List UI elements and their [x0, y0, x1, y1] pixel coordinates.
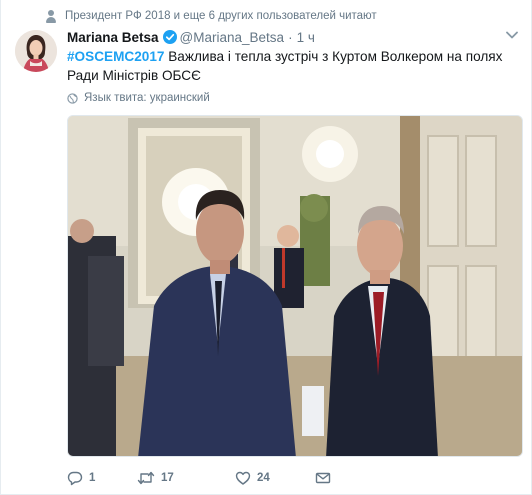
avatar[interactable] [15, 30, 57, 72]
direct-message-button[interactable] [315, 466, 331, 490]
retweet-button[interactable]: 17 [137, 466, 235, 490]
tweet-header: Mariana Betsa @Mariana_Betsa · 1 ч [67, 27, 315, 47]
envelope-icon [315, 472, 331, 484]
heart-icon [235, 471, 251, 485]
retweet-icon [137, 471, 155, 485]
timestamp[interactable]: 1 ч [297, 30, 315, 45]
person-icon [45, 9, 57, 23]
verified-icon [162, 30, 177, 44]
social-context: Президент РФ 2018 и еще 6 других пользов… [45, 8, 377, 24]
chevron-down-icon[interactable] [505, 30, 519, 40]
hashtag-link[interactable]: #OSCEMC2017 [67, 49, 164, 64]
tweet-language-text: Язык твита: украинский [84, 92, 210, 104]
tweet-photo[interactable] [67, 115, 523, 457]
avatar-image [15, 30, 57, 72]
like-count: 24 [257, 472, 270, 484]
tweet-card[interactable]: Президент РФ 2018 и еще 6 других пользов… [0, 0, 532, 495]
globe-icon [67, 92, 78, 104]
reply-icon [67, 471, 83, 486]
social-context-text: Президент РФ 2018 и еще 6 других пользов… [65, 10, 377, 22]
photo-content [68, 116, 522, 456]
reply-button[interactable]: 1 [67, 466, 137, 490]
reply-count: 1 [89, 472, 96, 484]
retweet-count: 17 [161, 472, 174, 484]
fullname[interactable]: Mariana Betsa [67, 30, 159, 45]
tweet-language: Язык твита: украинский [67, 90, 210, 106]
like-button[interactable]: 24 [235, 466, 315, 490]
separator-dot: · [288, 29, 293, 45]
tweet-text: #OSCEMC2017 Важлива і тепла зустріч з Ку… [67, 47, 517, 85]
username[interactable]: @Mariana_Betsa [180, 30, 285, 45]
tweet-actions: 1 17 24 [67, 466, 331, 490]
